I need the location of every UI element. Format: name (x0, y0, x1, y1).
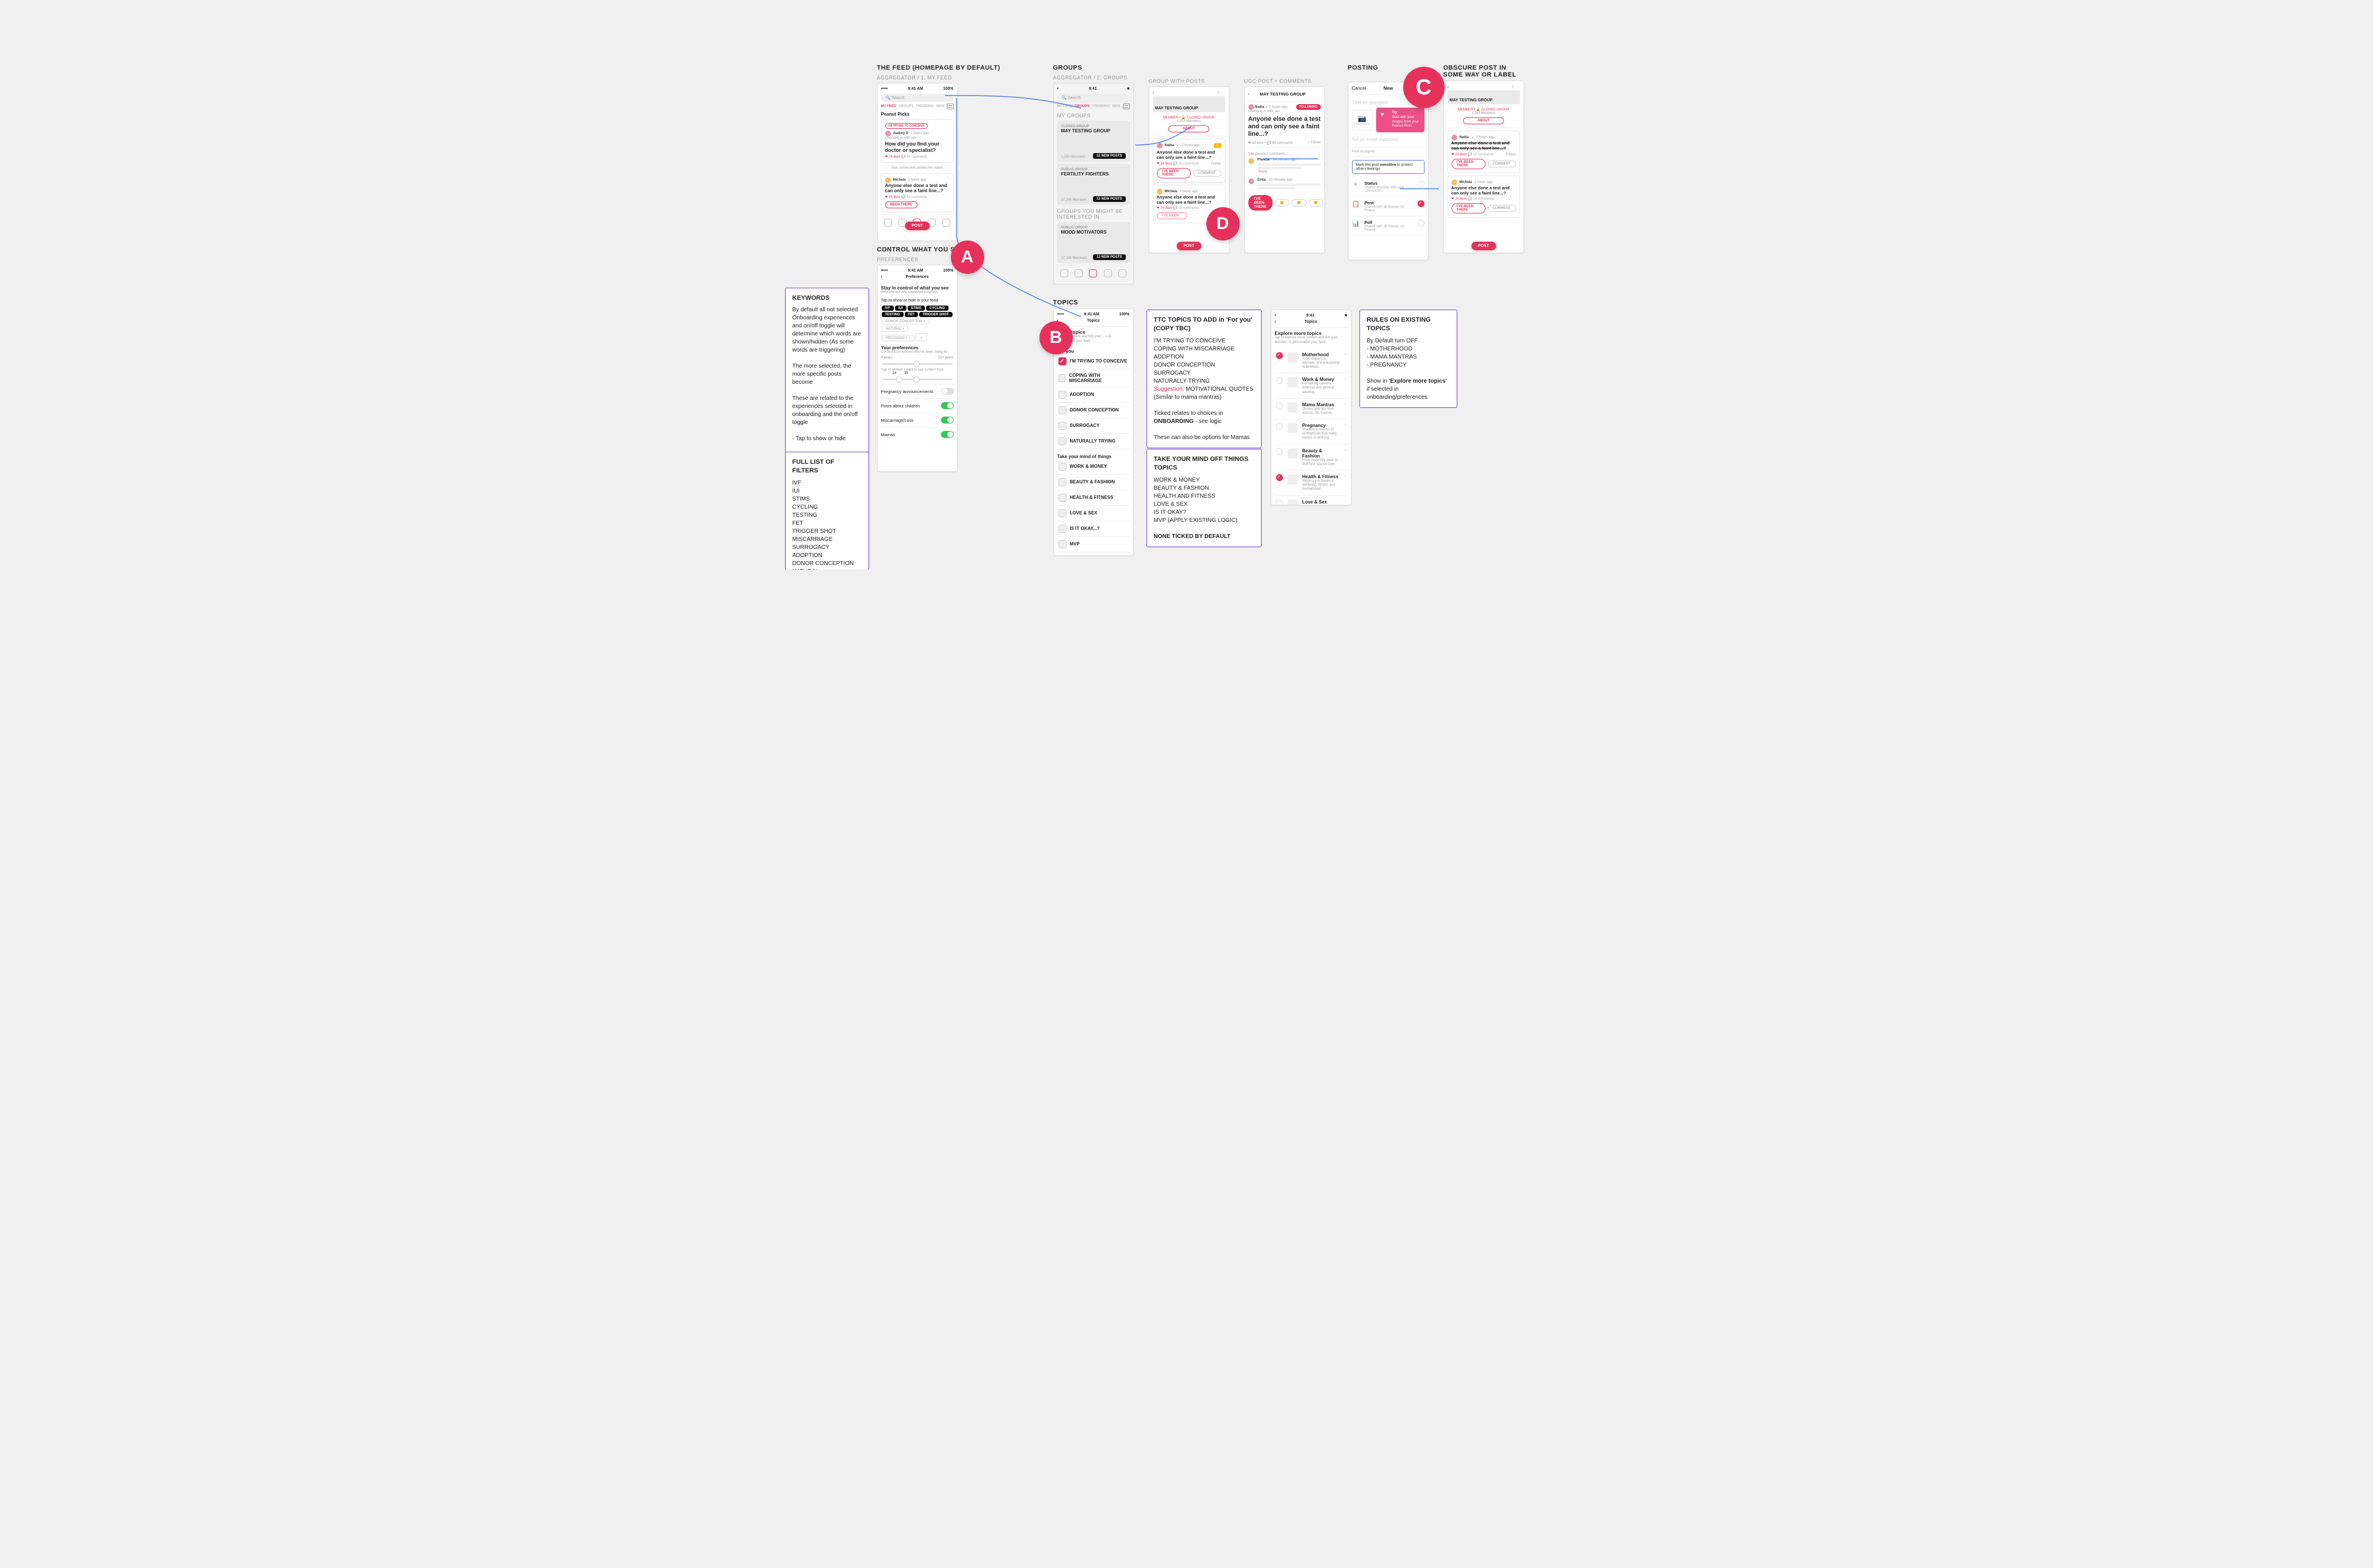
back-icon[interactable]: ‹ (1275, 320, 1276, 324)
about-button[interactable]: ABOUT (1168, 125, 1209, 132)
topic-item[interactable]: LOVE & SEX (1057, 506, 1130, 521)
tab-icon[interactable] (942, 219, 950, 227)
topic-item[interactable]: SURROGACY (1057, 418, 1130, 434)
back-icon[interactable]: ‹ (881, 275, 882, 279)
see-previous-link[interactable]: See previous comments... (1248, 150, 1321, 158)
marker-b: B (1039, 321, 1073, 354)
add-photo-button[interactable]: 📷Add photo (1352, 110, 1373, 131)
topic-item[interactable]: BEAUTY & FASHION (1057, 475, 1130, 490)
posting-phone: CancelNew Title or question 📷Add photo T… (1348, 82, 1429, 260)
marker-c: C (1403, 67, 1445, 108)
add-chip-icon[interactable]: ＋ (916, 333, 927, 341)
topic-item[interactable]: HEALTH & FITNESS (1057, 490, 1130, 506)
topic-item[interactable]: I'M TRYING TO CONCEIVE (1057, 354, 1130, 369)
explore-topic-item[interactable]: Health & FitnessHelping you balance well… (1275, 471, 1347, 496)
obscure-phone: ‹⇪ ⋯ MAY TESTING GROUP MEMBER • 🔒 CLOSED… (1443, 81, 1524, 253)
peanut-picks-header: Peanut Picks (881, 112, 954, 117)
ugc-phone: ‹MAY TESTING GROUP Nadia ✓ 2 hours agoFO… (1244, 86, 1325, 253)
share-icon[interactable]: ⇪ ⋯ (1511, 85, 1520, 89)
topic-item[interactable]: NATURALLY TRYING (1057, 434, 1130, 449)
group-card-1[interactable]: CLOSED GROUP MAY TESTING GROUP 1,254 Mem… (1057, 121, 1130, 162)
explore-topic-item[interactable]: PregnancyThe first 9 months of motherhoo… (1275, 419, 1347, 445)
post-fab[interactable]: POST (1176, 242, 1201, 250)
age-slider[interactable] (882, 379, 953, 380)
post-option-post[interactable]: 📋PostShared with all mamas on Peanut (1352, 197, 1424, 216)
group-post-1[interactable]: Nadia ✓ 2 hours ago ★ Anyone else done a… (1153, 139, 1225, 182)
obscured-post[interactable]: Nadia ✓ 2 hours ago Anyone else done a t… (1448, 131, 1520, 173)
back-icon[interactable]: ‹ (1448, 85, 1449, 89)
marker-d: D (1206, 207, 1240, 241)
section-title-topics: TOPICS (1053, 299, 1134, 306)
groups-phone: •9:41■ 🔍 Search MY FEED GROUPS TRENDING … (1053, 83, 1134, 284)
topic-item[interactable]: ADOPTION (1057, 387, 1130, 403)
explore-topic-item[interactable]: Love & SexAll things romance and relatio… (1275, 496, 1347, 505)
feed-post-2[interactable]: Michela 2 hours ago Anyone else done a t… (881, 173, 954, 212)
pick-card[interactable]: I'M TRYING TO CONCEIVE Audrey D 2 hours … (881, 119, 954, 163)
explore-topic-item[interactable]: MotherhoodFrom diapers to daycare, and e… (1275, 349, 1347, 374)
feed-tabs[interactable]: MY FEED GROUPS TRENDING NEW (881, 104, 954, 109)
back-icon[interactable]: ‹ (1248, 92, 1250, 96)
share-icon[interactable]: ⇪ ⋯ (1217, 90, 1225, 95)
explore-topic-item[interactable]: Beauty & FashionFrom maternity wear to t… (1275, 445, 1347, 471)
explore-topics-phone: •9:41■ ‹Topics Explore more topics Tap t… (1271, 310, 1351, 505)
annotation-rules: RULES ON EXISTING TOPICS By Default turn… (1359, 310, 1457, 408)
sub-feed: AGGREGATOR / 1. MY FEED (877, 75, 1000, 81)
body-input[interactable]: Tell us more! (optional) (1352, 132, 1424, 147)
explore-topic-item[interactable]: Work & MoneyFor talking careers, finance… (1275, 373, 1347, 399)
section-title-feed: THE FEED (HOMEPAGE BY DEFAULT) (877, 64, 1000, 71)
following-button[interactable]: FOLLOWING (1296, 104, 1321, 110)
sensitive-option[interactable]: Mark this post sensitive to protect othe… (1352, 160, 1424, 174)
marker-a: A (951, 241, 984, 274)
toggle-pregnancy[interactable] (941, 388, 954, 395)
toggle-mamas[interactable] (941, 431, 954, 438)
groups-tabs[interactable]: MY FEED GROUPS TRENDING NEW (1057, 104, 1130, 109)
post-fab[interactable]: POST (1471, 242, 1496, 250)
explore-topic-item[interactable]: Mama MantrasQuotes and tips from mamas, … (1275, 399, 1347, 419)
section-title-control: CONTROL WHAT YOU SEE (877, 246, 964, 253)
post-fab[interactable]: POST (905, 222, 930, 230)
annotation-mind: TAKE YOUR MIND OFF THINGS TOPICS WORK & … (1146, 449, 1262, 547)
years-slider[interactable] (882, 363, 953, 365)
section-title-obscure: OBSCURE POST IN SOME WAY OR LABEL (1443, 64, 1524, 78)
filter-icon[interactable] (1123, 104, 1130, 109)
tip-box: TipStart with your images from your Pean… (1376, 108, 1424, 132)
feed-phone: •••••9:41 AM100% 🔍 Search MY FEED GROUPS… (877, 83, 958, 241)
post-option-poll[interactable]: 📊PollShared with all mamas on Peanut (1352, 216, 1424, 236)
topic-item[interactable]: DONOR CONCEPTION (1057, 403, 1130, 418)
obscured-post-2[interactable]: Michela 2 hours ago Anyone else done a t… (1448, 176, 1520, 218)
group-card-3[interactable]: PUBLIC GROUP MOOD MOTIVATORS 17,245 Memb… (1057, 222, 1130, 263)
topic-item[interactable]: IS IT OKAY...? (1057, 521, 1130, 537)
annotation-filters: FULL LIST OF FILTERS IVFIUISTIMSCYCLINGT… (785, 452, 869, 570)
topic-item[interactable]: COPING WITH MISCARRIAGE (1057, 369, 1130, 387)
section-title-groups: GROUPS (1053, 64, 1134, 71)
toggle-miscarriage[interactable] (941, 417, 954, 424)
toggle-children[interactable] (941, 402, 954, 409)
filter-icon[interactable] (947, 104, 954, 109)
been-there-button[interactable]: I'VE BEEN THERE (1248, 195, 1273, 211)
preferences-phone: •••••9:41 AM100% ‹Preferences Stay in co… (877, 265, 958, 472)
cancel-button[interactable]: Cancel (1352, 86, 1366, 91)
group-card-2[interactable]: PUBLIC GROUP FERTILITY FIGHTERS 17,245 M… (1057, 164, 1130, 205)
topic-item[interactable]: WORK & MONEY (1057, 459, 1130, 475)
topic-item[interactable]: MVP (1057, 537, 1130, 552)
incognito-toggle[interactable]: Post incognito (1352, 147, 1424, 157)
post-option-status[interactable]: ✦StatusShared privately with your connec… (1352, 177, 1424, 197)
annotation-ttc: TTC TOPICS TO ADD in 'For you' (COPY TBC… (1146, 310, 1262, 448)
tab-icon[interactable] (884, 219, 892, 227)
search-input[interactable]: 🔍 Search (1057, 94, 1130, 102)
back-icon[interactable]: ‹ (1153, 91, 1154, 95)
search-input[interactable]: 🔍 Search (881, 94, 954, 102)
